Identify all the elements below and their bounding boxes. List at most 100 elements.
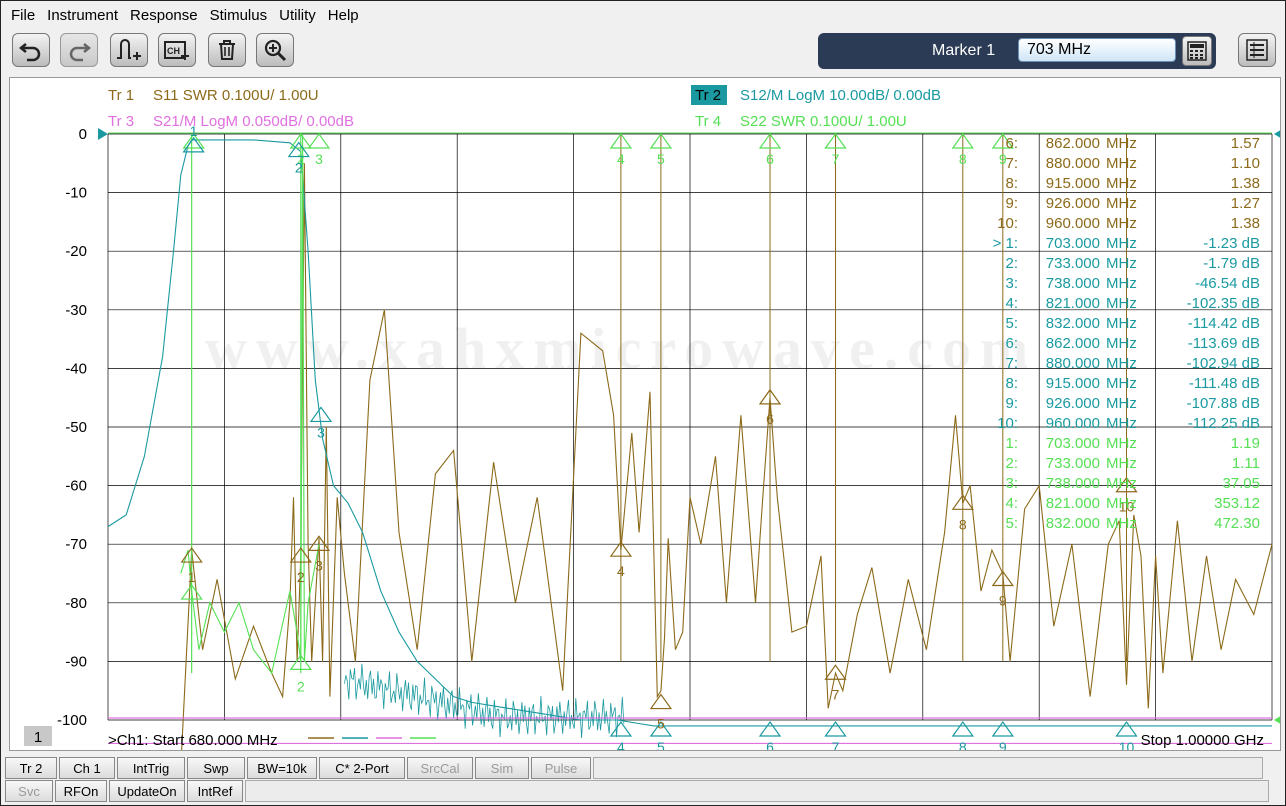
marker-table-frequency: 832.000 [1046,515,1100,532]
status-trigger[interactable]: IntTrig [117,757,185,779]
marker-table-unit: MHz [1106,495,1137,512]
keypad-button[interactable] [1182,36,1212,66]
marker-table-unit: MHz [1106,335,1137,352]
marker-panel: Marker 1 703 MHz [818,33,1216,69]
status-trace[interactable]: Tr 2 [5,757,57,779]
marker-table-frequency: 926.000 [1046,395,1100,412]
softkey-menu-button[interactable] [1238,33,1276,67]
grid-menu-icon [1246,39,1268,61]
trace-tr2-id: Tr 2 [695,87,721,104]
marker-top-7-label: 7 [832,151,840,167]
trace-line-4 [180,133,320,675]
marker-tr4-2-label: 2 [297,678,305,694]
status-filler [593,757,1263,779]
status-pulse[interactable]: Pulse [531,757,591,779]
status-sweep[interactable]: Swp [187,757,245,779]
status-filler-2 [245,780,1269,802]
marker-table-number: 6: [1005,135,1018,152]
marker-bottom-4 [609,720,633,737]
marker-bottom-6 [758,720,782,737]
vna-window: File Instrument Response Stimulus Utilit… [0,0,1286,806]
status-rf-on[interactable]: RFOn [55,780,107,802]
menu-bar: File Instrument Response Stimulus Utilit… [1,3,367,27]
toolbar: CH Marker 1 703 MHz [1,31,1285,73]
status-channel[interactable]: Ch 1 [59,757,115,779]
marker-tr1-9-label: 9 [999,593,1007,609]
trace-tr3-id: Tr 3 [108,113,134,130]
marker-table-number: 10: [997,415,1018,432]
marker-table-frequency: 915.000 [1046,375,1100,392]
marker-bottom-4-label: 4 [617,739,625,750]
marker-table-number: 9: [1005,195,1018,212]
marker-table-value: -46.54 dB [1195,275,1260,292]
menu-response[interactable]: Response [126,7,206,24]
marker-table-number: 4: [1005,495,1018,512]
marker-top-6-label: 6 [766,151,774,167]
marker-table-number: 8: [1005,375,1018,392]
y-tick-label: -70 [65,536,87,553]
channel-trace-button[interactable]: CH [158,33,196,67]
channel-trace-icon: CH [164,41,189,60]
add-marker-icon [117,39,141,60]
marker-bottom-5-label: 5 [657,739,665,750]
marker-frequency-input[interactable]: 703 MHz [1018,38,1176,62]
menu-stimulus[interactable]: Stimulus [206,7,276,24]
marker-table-value: -114.42 dB [1188,315,1260,332]
y-tick-label: -80 [65,595,87,612]
marker-table-unit: MHz [1106,215,1137,232]
redo-button[interactable] [60,33,98,67]
trace-tr4-id: Tr 4 [695,113,721,130]
marker-table-number: 5: [1005,315,1018,332]
menu-utility[interactable]: Utility [275,7,324,24]
status-bar-top: Tr 2 Ch 1 IntTrig Swp BW=10k C* 2-Port S… [5,757,1263,779]
y-tick-label: -90 [65,653,87,670]
add-marker-button[interactable] [110,33,148,67]
marker-tr1-7-label: 7 [832,686,840,702]
y-tick-label: -100 [57,712,87,729]
marker-bottom-10-label: 10 [1119,739,1135,750]
marker-bottom-9-label: 9 [999,739,1007,750]
marker-top-3-label: 3 [315,151,323,167]
menu-instrument[interactable]: Instrument [43,7,126,24]
svg-text:CH: CH [167,46,180,56]
marker-table-number: 3: [1005,275,1018,292]
y-tick-label: -50 [65,419,87,436]
marker-table-value: 472.30 [1214,515,1260,532]
y-tick-label: -30 [65,302,87,319]
marker-table-value: -112.25 dB [1188,415,1260,432]
status-calibration[interactable]: C* 2-Port [319,757,405,779]
marker-table-unit: MHz [1106,255,1137,272]
marker-tr1-1-label: 1 [188,569,196,585]
marker-table-frequency: 832.000 [1046,315,1100,332]
marker-table-value: 1.10 [1231,155,1260,172]
status-service[interactable]: Svc [5,780,53,802]
status-src-cal[interactable]: SrcCal [407,757,473,779]
marker-table-number: 9: [1005,395,1018,412]
marker-table-number: 1: [1005,435,1018,452]
marker-table-value: 1.19 [1231,435,1260,452]
y-tick-label: -40 [65,360,87,377]
measurement-display[interactable]: www.xahxmicrowave.com 0 -10 -20 -30 -40 -50 -6… [9,77,1281,751]
marker-tr1-6-label: 6 [766,411,774,427]
status-bandwidth[interactable]: BW=10k [247,757,317,779]
marker-table-frequency: 703.000 [1046,435,1100,452]
marker-table-unit: MHz [1106,455,1137,472]
menu-help[interactable]: Help [324,7,367,24]
marker-table-unit: MHz [1106,435,1137,452]
status-update-on[interactable]: UpdateOn [109,780,185,802]
undo-button[interactable] [12,33,50,67]
zoom-button[interactable] [256,33,294,67]
status-sim[interactable]: Sim [475,757,529,779]
marker-table-frequency: 733.000 [1046,455,1100,472]
y-tick-label: -10 [65,185,87,202]
marker-table-unit: MHz [1106,475,1137,492]
delete-button[interactable] [208,33,246,67]
status-int-ref[interactable]: IntRef [187,780,243,802]
marker-table-unit: MHz [1106,155,1137,172]
marker-table-number: 2: [1005,455,1018,472]
marker-table-unit: MHz [1106,395,1137,412]
status-bar-bottom: Svc RFOn UpdateOn IntRef [5,780,1269,802]
menu-file[interactable]: File [7,7,43,24]
marker-table-frequency: 733.000 [1046,255,1100,272]
ref-arrow-right-bottom [1274,716,1280,724]
